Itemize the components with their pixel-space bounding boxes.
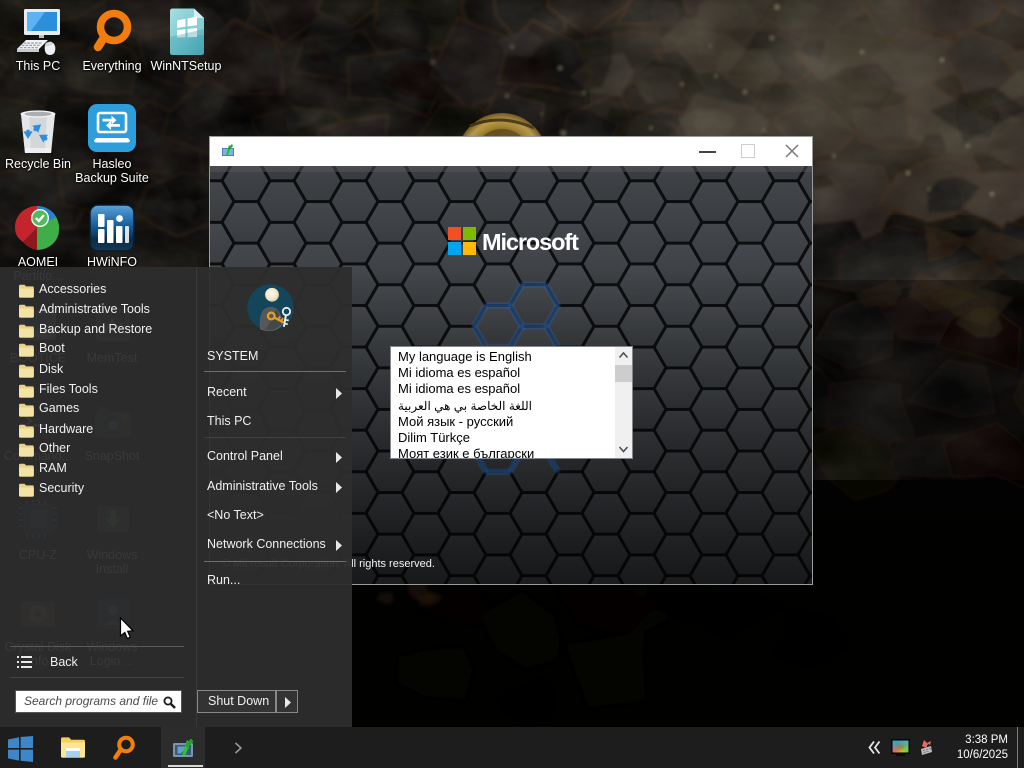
svg-text:Microsoft: Microsoft (482, 229, 579, 255)
